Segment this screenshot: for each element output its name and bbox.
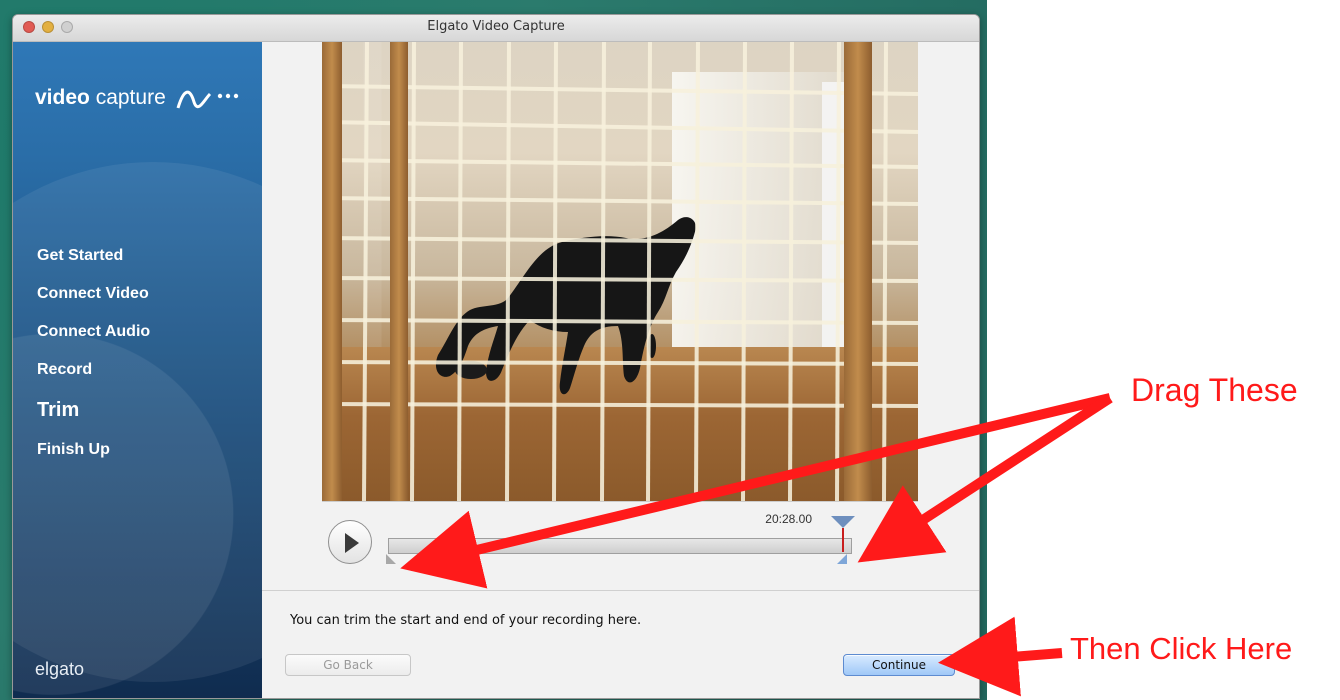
right-annotation-area xyxy=(987,0,1340,700)
trim-end-handle-icon[interactable] xyxy=(837,554,847,564)
cage-post xyxy=(322,42,342,501)
logo-light-text: capture xyxy=(95,86,166,109)
playhead-icon[interactable] xyxy=(831,516,855,528)
trim-start-handle-icon[interactable] xyxy=(386,554,396,564)
play-icon xyxy=(345,533,359,553)
timeline-fill xyxy=(389,539,851,553)
video-preview[interactable] xyxy=(322,42,918,502)
sidebar-item-record[interactable]: Record xyxy=(37,362,150,378)
brand-footer: elgato xyxy=(35,659,85,679)
play-button[interactable] xyxy=(328,520,372,564)
trim-instruction: You can trim the start and end of your r… xyxy=(290,613,642,628)
playhead-line xyxy=(842,528,844,552)
trim-timeline[interactable] xyxy=(388,538,852,554)
logo-strong-text: video xyxy=(35,86,90,109)
sidebar-item-trim[interactable]: Trim xyxy=(37,400,150,420)
click-annotation: Then Click Here xyxy=(1070,631,1293,666)
time-display: 20:28.00 xyxy=(765,512,812,526)
cage-post xyxy=(390,42,408,501)
sidebar: video capture Get Started Connect Video … xyxy=(13,42,262,698)
window-titlebar: Elgato Video Capture xyxy=(13,15,979,42)
main-content: 20:28.00 You can trim the start and end … xyxy=(262,42,979,698)
cage-post xyxy=(844,42,872,501)
sidebar-nav: Get Started Connect Video Connect Audio … xyxy=(37,248,150,458)
sidebar-item-finish-up[interactable]: Finish Up xyxy=(37,442,150,458)
playback-controls: 20:28.00 xyxy=(328,512,882,570)
window-title: Elgato Video Capture xyxy=(427,19,565,34)
sidebar-item-get-started[interactable]: Get Started xyxy=(37,248,150,264)
dog-image xyxy=(435,217,696,395)
app-window: Elgato Video Capture video capture Get S… xyxy=(12,14,980,699)
app-logo: video capture xyxy=(35,86,248,110)
drag-annotation: Drag These xyxy=(1131,372,1298,408)
waveform-logo-icon xyxy=(176,91,238,109)
go-back-button[interactable]: Go Back xyxy=(285,654,411,676)
continue-button[interactable]: Continue xyxy=(843,654,955,676)
sidebar-item-connect-video[interactable]: Connect Video xyxy=(37,286,150,302)
sidebar-item-connect-audio[interactable]: Connect Audio xyxy=(37,324,150,340)
content-divider xyxy=(262,590,979,591)
